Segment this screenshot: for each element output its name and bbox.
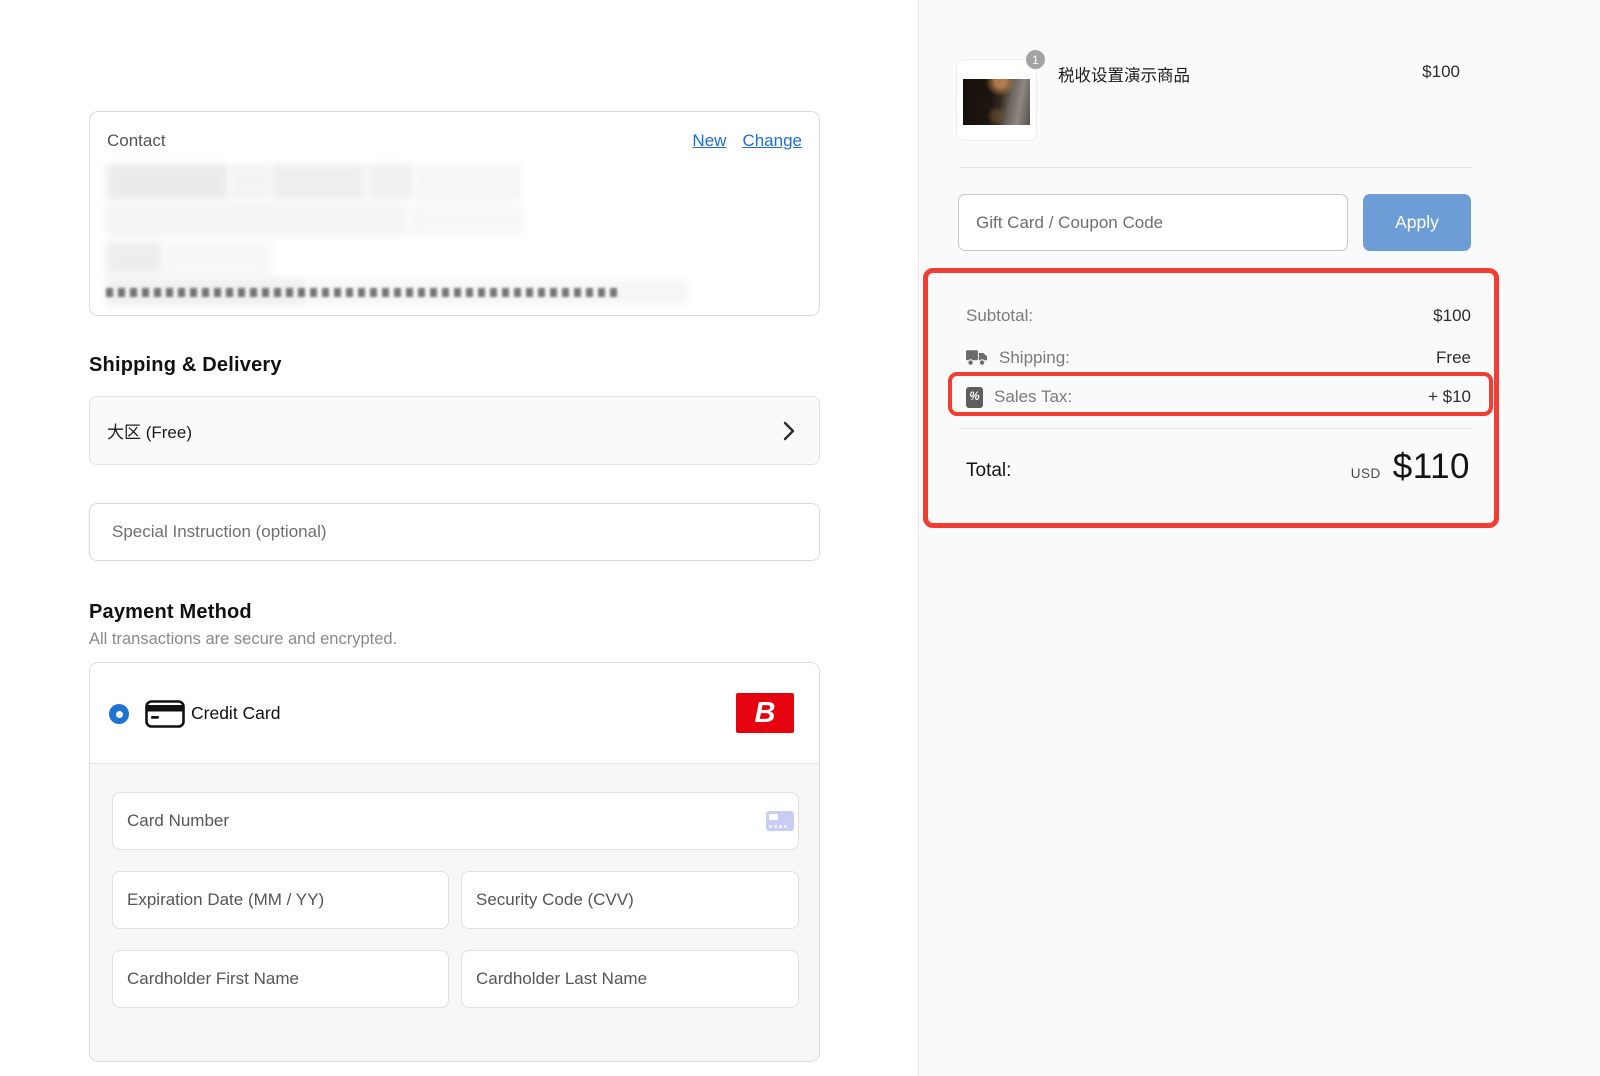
order-summary-panel: 1 税收设置演示商品 $100 Subtotal: $100 Shipping:… (918, 0, 1600, 1076)
credit-card-radio[interactable] (109, 704, 129, 724)
expiration-date-input[interactable] (112, 871, 449, 929)
product-price: $100 (1422, 62, 1460, 82)
credit-card-label: Credit Card (191, 703, 280, 724)
shipping-row: Shipping: Free (966, 345, 1471, 371)
product-name: 税收设置演示商品 (1058, 62, 1190, 86)
subtotal-row: Subtotal: $100 (966, 303, 1471, 329)
cardholder-last-name-input[interactable] (461, 950, 799, 1008)
total-label: Total: (966, 460, 1011, 482)
quantity-badge: 1 (1024, 48, 1047, 71)
payment-brand-logo: B (736, 693, 794, 733)
shipping-delivery-heading: Shipping & Delivery (89, 354, 282, 377)
product-image (963, 79, 1030, 125)
payment-method-heading: Payment Method (89, 601, 252, 624)
shipping-option-row[interactable]: 大区 (Free) (89, 396, 820, 465)
shipping-option-label: 大区 (Free) (107, 418, 192, 443)
credit-card-option-row[interactable]: Credit Card B (90, 663, 819, 763)
truck-icon (966, 350, 988, 366)
contact-new-link[interactable]: New (692, 131, 726, 151)
total-value: $110 (1393, 447, 1470, 487)
subtotal-label: Subtotal: (966, 306, 1033, 326)
credit-card-icon (145, 700, 185, 728)
shipping-label: Shipping: (999, 348, 1070, 368)
tax-receipt-icon: % (966, 387, 983, 408)
sales-tax-label: Sales Tax: (994, 387, 1072, 407)
contact-change-link[interactable]: Change (742, 131, 802, 151)
sales-tax-row: % Sales Tax: + $10 (966, 384, 1471, 410)
subtotal-value: $100 (1433, 306, 1471, 326)
payment-method-subheading: All transactions are secure and encrypte… (89, 630, 397, 649)
chevron-right-icon (783, 421, 795, 441)
divider (959, 428, 1471, 429)
contact-title: Contact (107, 131, 166, 151)
cardholder-first-name-input[interactable] (112, 950, 449, 1008)
special-instruction-input[interactable] (89, 503, 820, 561)
contact-card: Contact New Change (89, 111, 820, 316)
product-thumbnail: 1 (956, 59, 1037, 141)
card-number-input[interactable] (112, 792, 799, 850)
sales-tax-value: + $10 (1428, 387, 1471, 407)
shipping-value: Free (1436, 348, 1471, 368)
redacted-address-line (106, 288, 622, 297)
divider (959, 167, 1471, 168)
currency-code: USD (1351, 466, 1381, 481)
apply-coupon-button[interactable]: Apply (1363, 194, 1471, 251)
payment-method-card: Credit Card B (89, 662, 820, 1062)
contact-header: Contact New Change (107, 131, 802, 151)
credit-card-form (90, 763, 819, 1061)
security-code-input[interactable] (461, 871, 799, 929)
coupon-code-input[interactable] (958, 194, 1348, 251)
